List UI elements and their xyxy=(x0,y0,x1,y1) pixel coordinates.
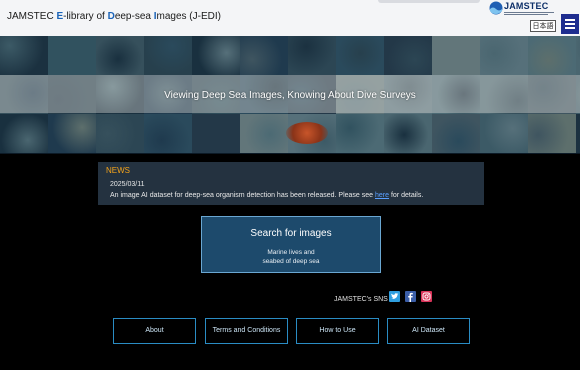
mosaic-tile xyxy=(0,114,48,153)
twitter-icon[interactable] xyxy=(389,291,400,302)
mosaic-tile xyxy=(0,36,48,75)
mosaic-tile xyxy=(384,114,432,153)
search-title: Search for images xyxy=(250,228,332,239)
logo-text: JAMSTEC xyxy=(504,1,549,11)
nav-ai-dataset-button[interactable]: AI Dataset xyxy=(387,318,470,344)
mosaic-tile xyxy=(96,114,144,153)
mosaic-tile xyxy=(432,114,480,153)
nav-about-button[interactable]: About xyxy=(113,318,196,344)
mosaic-tile xyxy=(48,114,96,153)
site-title[interactable]: JAMSTEC E-library of Deep-sea Images (J-… xyxy=(7,11,221,22)
top-strip xyxy=(378,0,480,3)
mosaic-tile xyxy=(336,114,384,153)
hamburger-icon xyxy=(565,27,575,29)
instagram-icon[interactable] xyxy=(421,291,432,302)
mosaic-tile xyxy=(240,36,288,75)
mosaic-tile xyxy=(48,36,96,75)
logo-subtext-icon xyxy=(504,12,554,15)
nav-terms-button[interactable]: Terms and Conditions xyxy=(205,318,288,344)
mosaic-tile xyxy=(576,36,580,75)
search-for-images-button[interactable]: Search for images Marine lives and seabe… xyxy=(201,216,381,273)
nav-how-to-use-button[interactable]: How to Use xyxy=(296,318,379,344)
news-heading: NEWS xyxy=(106,166,130,175)
news-text-before: An image AI dataset for deep-sea organis… xyxy=(110,192,376,199)
mosaic-tile xyxy=(528,36,576,75)
mosaic-tile xyxy=(576,114,580,153)
news-link[interactable]: here xyxy=(375,192,389,199)
news-text: An image AI dataset for deep-sea organis… xyxy=(110,192,423,199)
mosaic-tile xyxy=(480,114,528,153)
specimen-highlight xyxy=(286,122,328,144)
hamburger-icon xyxy=(565,23,575,25)
title-text: mages (J-EDI) xyxy=(156,11,221,22)
site-header: JAMSTEC E-library of Deep-sea Images (J-… xyxy=(0,0,580,36)
news-panel: NEWS 2025/03/11 An image AI dataset for … xyxy=(98,162,484,205)
mosaic-tile xyxy=(528,114,576,153)
menu-button[interactable] xyxy=(561,14,579,34)
facebook-icon[interactable] xyxy=(405,291,416,302)
mosaic-tile xyxy=(144,36,192,75)
hero-banner: Viewing Deep Sea Images, Knowing About D… xyxy=(0,36,580,154)
news-date: 2025/03/11 xyxy=(110,181,145,188)
title-accent-letter: D xyxy=(107,11,115,22)
mosaic-tile xyxy=(96,36,144,75)
search-subtitle-line1: Marine lives and xyxy=(267,249,315,256)
title-text: JAMSTEC xyxy=(7,11,57,22)
mosaic-tile xyxy=(240,114,288,153)
mosaic-tile xyxy=(288,36,336,75)
language-button[interactable]: 日本語 xyxy=(530,20,556,32)
mosaic-tile xyxy=(384,36,432,75)
title-text: eep-sea xyxy=(114,11,154,22)
mosaic-tile xyxy=(192,36,240,75)
title-text: -library of xyxy=(63,11,108,22)
mosaic-tile xyxy=(480,36,528,75)
search-subtitle-line2: seabed of deep sea xyxy=(262,258,320,265)
mosaic-tile xyxy=(192,114,240,153)
mosaic-tile xyxy=(336,36,384,75)
mosaic-tile xyxy=(432,36,480,75)
sns-label: JAMSTEC's SNS xyxy=(334,296,388,303)
hamburger-icon xyxy=(565,19,575,21)
hero-caption: Viewing Deep Sea Images, Knowing About D… xyxy=(164,90,416,101)
mosaic-tile xyxy=(144,114,192,153)
jamstec-logo[interactable]: JAMSTEC xyxy=(489,1,555,17)
jamstec-logo-mark-icon xyxy=(489,1,503,15)
news-text-after: for details. xyxy=(389,192,424,199)
